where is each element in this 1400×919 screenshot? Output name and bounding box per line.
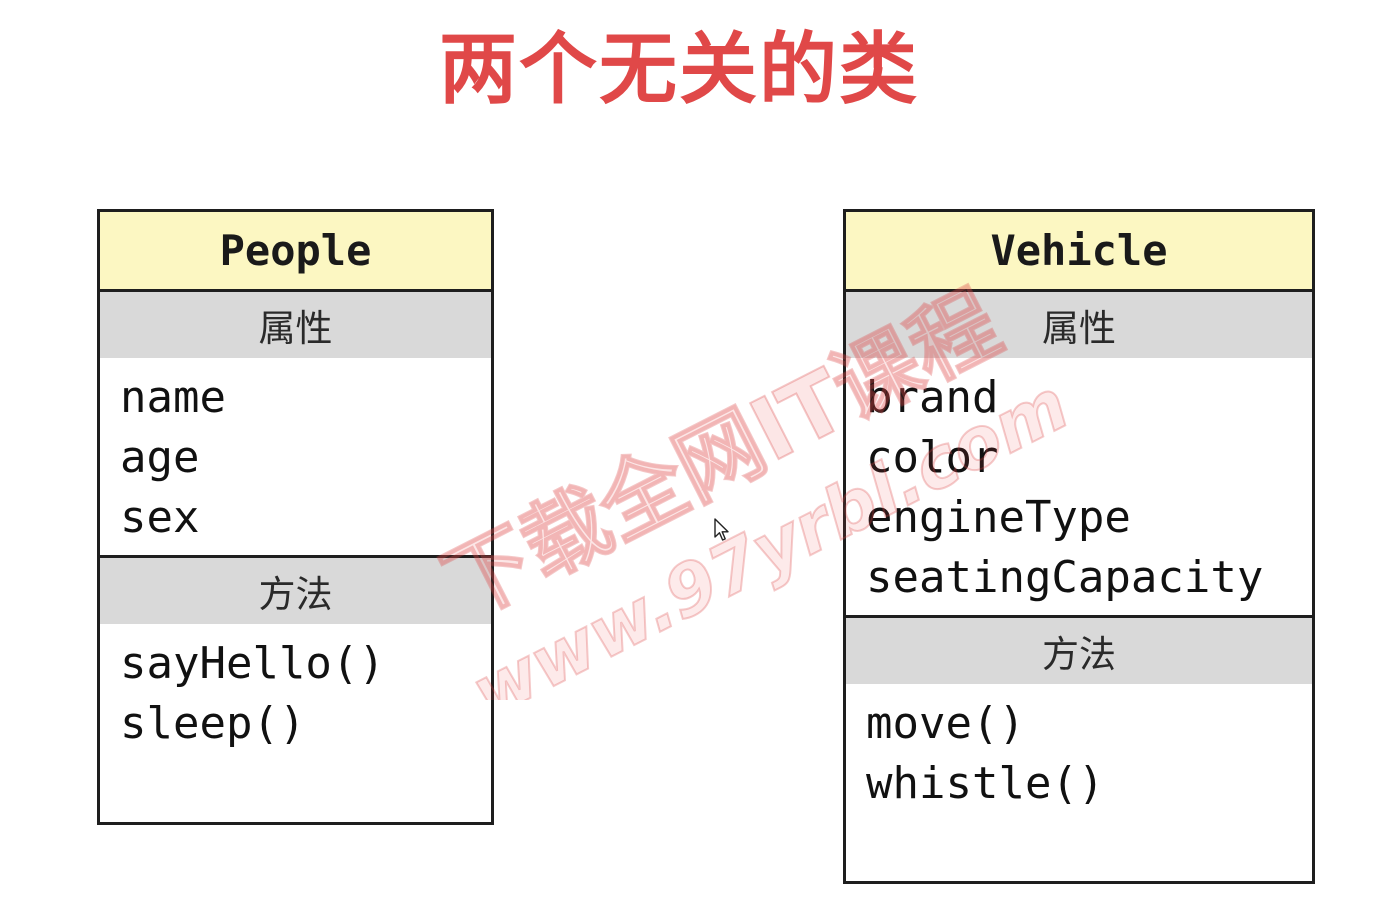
method-list: sayHello() sleep() xyxy=(100,624,491,754)
method-item: sleep() xyxy=(120,698,306,749)
class-name: Vehicle xyxy=(846,212,1312,292)
attribute-item: sex xyxy=(120,492,200,543)
class-name: People xyxy=(100,212,491,292)
mouse-cursor-icon xyxy=(714,518,730,542)
attributes-header: 属性 xyxy=(100,292,491,358)
attributes-header: 属性 xyxy=(846,292,1312,358)
method-item: whistle() xyxy=(866,758,1105,809)
attribute-item: seatingCapacity xyxy=(866,552,1264,603)
attribute-item: engineType xyxy=(866,492,1131,543)
vehicle-class-box: Vehicle 属性 brand color engineType seatin… xyxy=(843,209,1315,884)
attribute-item: color xyxy=(866,432,999,483)
attribute-list: brand color engineType seatingCapacity xyxy=(846,358,1312,618)
attribute-list: name age sex xyxy=(100,358,491,558)
page-title: 两个无关的类 xyxy=(438,25,919,115)
attribute-item: age xyxy=(120,432,200,483)
attribute-item: brand xyxy=(866,372,999,423)
method-item: move() xyxy=(866,698,1025,749)
people-class-box: People 属性 name age sex 方法 sayHello() sle… xyxy=(97,209,494,825)
methods-header: 方法 xyxy=(846,618,1312,684)
method-list: move() whistle() xyxy=(846,684,1312,814)
method-item: sayHello() xyxy=(120,638,385,689)
attribute-item: name xyxy=(120,372,226,423)
methods-header: 方法 xyxy=(100,558,491,624)
